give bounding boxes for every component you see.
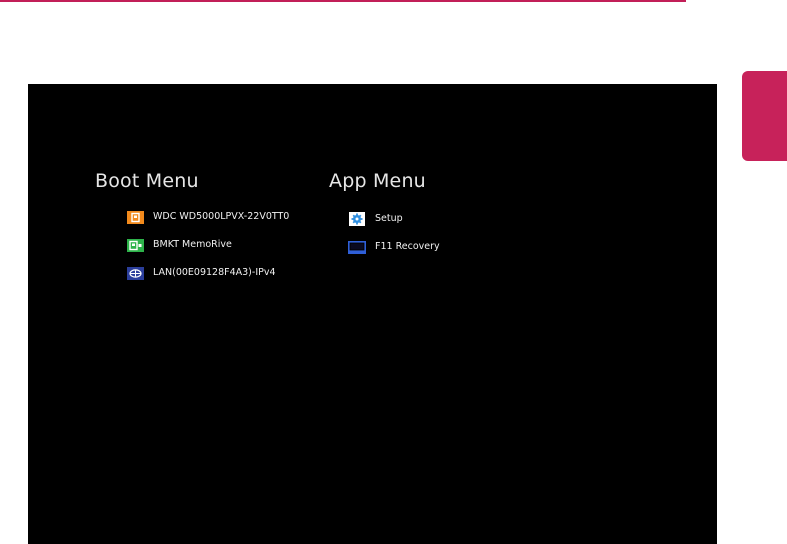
network-icon (126, 266, 144, 280)
hard-drive-icon (126, 210, 144, 224)
app-menu-title: App Menu (329, 170, 426, 192)
boot-screen: Boot Menu WDC WD5000LPVX-22V0TT0 BMKT Me… (28, 84, 717, 544)
gear-icon (348, 212, 366, 226)
app-item-label: F11 Recovery (375, 241, 440, 252)
boot-item-label: LAN(00E09128F4A3)-IPv4 (153, 267, 276, 278)
manual-page: Boot Menu WDC WD5000LPVX-22V0TT0 BMKT Me… (0, 0, 787, 544)
chapter-tab (742, 71, 787, 161)
boot-item-network[interactable]: LAN(00E09128F4A3)-IPv4 (126, 265, 276, 281)
app-item-setup[interactable]: Setup (348, 211, 403, 227)
usb-drive-icon (126, 238, 144, 252)
boot-menu-title: Boot Menu (95, 170, 199, 192)
boot-item-hard-drive[interactable]: WDC WD5000LPVX-22V0TT0 (126, 209, 289, 225)
monitor-icon (348, 240, 366, 254)
header-rule (0, 0, 686, 2)
app-item-label: Setup (375, 213, 403, 224)
boot-item-usb-drive[interactable]: BMKT MemoRive (126, 237, 232, 253)
boot-item-label: WDC WD5000LPVX-22V0TT0 (153, 211, 290, 222)
app-item-recovery[interactable]: F11 Recovery (348, 239, 440, 255)
boot-item-label: BMKT MemoRive (153, 239, 232, 250)
